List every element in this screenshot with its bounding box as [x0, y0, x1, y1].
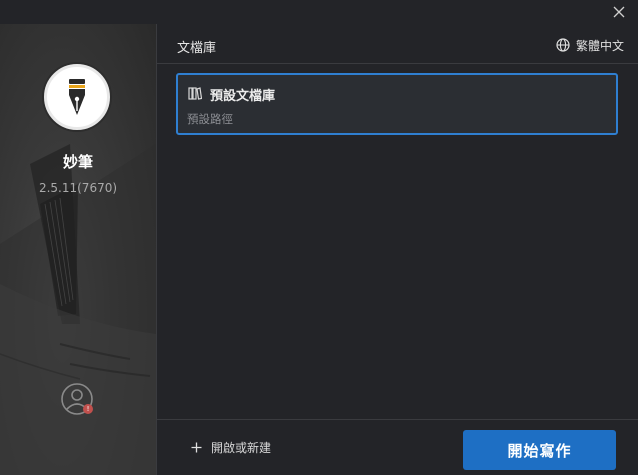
footer: 開啟或新建 開始寫作	[157, 419, 638, 475]
title-bar	[0, 0, 638, 24]
sidebar: 妙筆 2.5.11(7670) !	[0, 24, 156, 475]
page-title: 文檔庫	[177, 41, 217, 56]
library-icon	[188, 87, 202, 100]
open-or-create-button[interactable]: 開啟或新建	[191, 439, 271, 456]
language-selector[interactable]: 繁體中文	[556, 36, 624, 54]
main-panel: 文檔庫 繁體中文 預設文檔庫 預設路徑 開啟或新建 開始寫作	[157, 24, 638, 475]
language-label: 繁體中文	[575, 38, 624, 53]
library-name: 預設文檔庫	[210, 89, 276, 104]
user-account-button[interactable]: !	[60, 382, 94, 416]
open-or-create-label: 開啟或新建	[211, 441, 272, 455]
app-name: 妙筆	[62, 153, 93, 171]
start-writing-button[interactable]: 開始寫作	[463, 430, 616, 470]
header: 文檔庫 繁體中文	[157, 24, 638, 64]
globe-icon	[556, 38, 570, 52]
app-logo	[44, 64, 110, 130]
close-icon[interactable]	[610, 3, 628, 21]
library-item[interactable]: 預設文檔庫 預設路徑	[176, 73, 618, 135]
fountain-pen-icon	[69, 79, 85, 115]
plus-icon	[191, 442, 202, 453]
library-path: 預設路徑	[187, 112, 233, 126]
app-version: 2.5.11(7670)	[38, 181, 118, 195]
notification-badge: !	[83, 404, 93, 414]
